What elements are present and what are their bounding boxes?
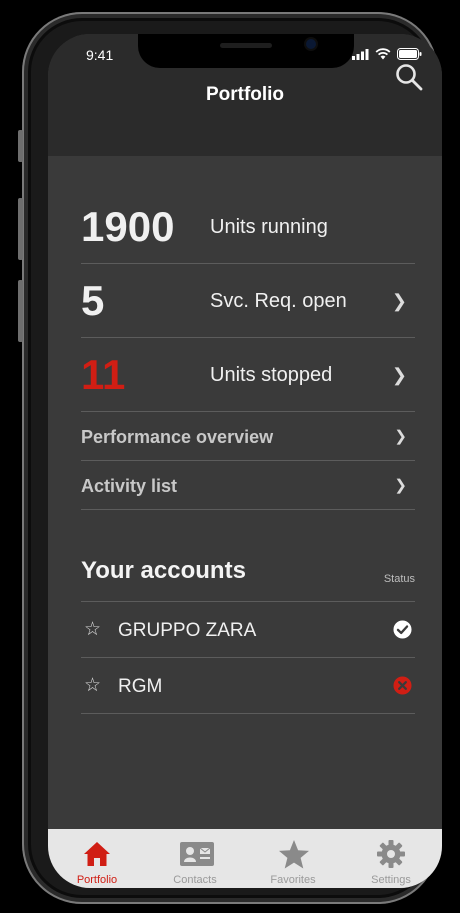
mute-switch xyxy=(18,130,23,162)
units-running-row: 1900 Units running xyxy=(81,191,415,264)
tab-contacts[interactable]: Contacts xyxy=(146,829,244,888)
units-running-count: 1900 xyxy=(81,203,175,250)
service-requests-row[interactable]: 5 Svc. Req. open ❯ xyxy=(81,263,415,338)
account-row-gruppo-zara[interactable]: ☆ GRUPPO ZARA xyxy=(81,602,415,658)
chevron-right-icon: ❯ xyxy=(394,428,407,445)
volume-down-button xyxy=(18,280,23,342)
page-title: Portfolio xyxy=(205,84,285,105)
tab-favorites[interactable]: Favorites xyxy=(244,829,342,888)
tab-portfolio[interactable]: Portfolio xyxy=(48,829,146,888)
favorite-star-icon[interactable]: ☆ xyxy=(84,620,101,639)
chevron-right-icon: ❯ xyxy=(394,477,407,494)
tab-bar: Portfolio Contacts Favorites Settings xyxy=(48,829,442,888)
chevron-right-icon: ❯ xyxy=(391,365,407,385)
search-icon xyxy=(396,64,423,91)
service-requests-count: 5 xyxy=(81,277,105,324)
account-name: GRUPPO ZARA xyxy=(118,620,257,641)
units-running-label: Units running xyxy=(210,216,328,238)
error-circle-icon xyxy=(393,676,412,695)
search-button[interactable] xyxy=(394,62,424,92)
screen: 9:41 Portfolio 1900 Units running 5 Svc.… xyxy=(48,34,442,888)
service-requests-label: Svc. Req. open xyxy=(210,290,347,312)
tab-label: Favorites xyxy=(270,874,316,886)
tab-label: Settings xyxy=(371,874,411,886)
home-icon xyxy=(84,842,110,866)
units-stopped-count: 11 xyxy=(81,351,126,398)
check-circle-icon xyxy=(393,620,412,639)
chevron-right-icon: ❯ xyxy=(391,291,407,311)
tab-label: Contacts xyxy=(173,874,217,886)
app-header: Portfolio xyxy=(48,64,442,156)
volume-up-button xyxy=(18,198,23,260)
favorite-star-icon[interactable]: ☆ xyxy=(84,676,101,695)
performance-overview-link[interactable]: Performance overview ❯ xyxy=(81,411,415,461)
units-stopped-label: Units stopped xyxy=(210,364,333,386)
gear-icon xyxy=(377,840,405,868)
account-row-rgm[interactable]: ☆ RGM xyxy=(81,658,415,714)
accounts-header: Your accounts Status xyxy=(81,555,415,602)
performance-overview-label: Performance overview xyxy=(81,427,274,447)
contact-card-icon xyxy=(180,842,214,866)
star-icon xyxy=(279,840,309,869)
account-name: RGM xyxy=(118,676,163,697)
units-stopped-row[interactable]: 11 Units stopped ❯ xyxy=(81,337,415,412)
tab-settings[interactable]: Settings xyxy=(342,829,440,888)
activity-list-link[interactable]: Activity list ❯ xyxy=(81,460,415,510)
status-column-header: Status xyxy=(383,573,415,585)
tab-label: Portfolio xyxy=(76,874,118,886)
accounts-title: Your accounts xyxy=(81,557,246,584)
activity-list-label: Activity list xyxy=(81,476,178,496)
